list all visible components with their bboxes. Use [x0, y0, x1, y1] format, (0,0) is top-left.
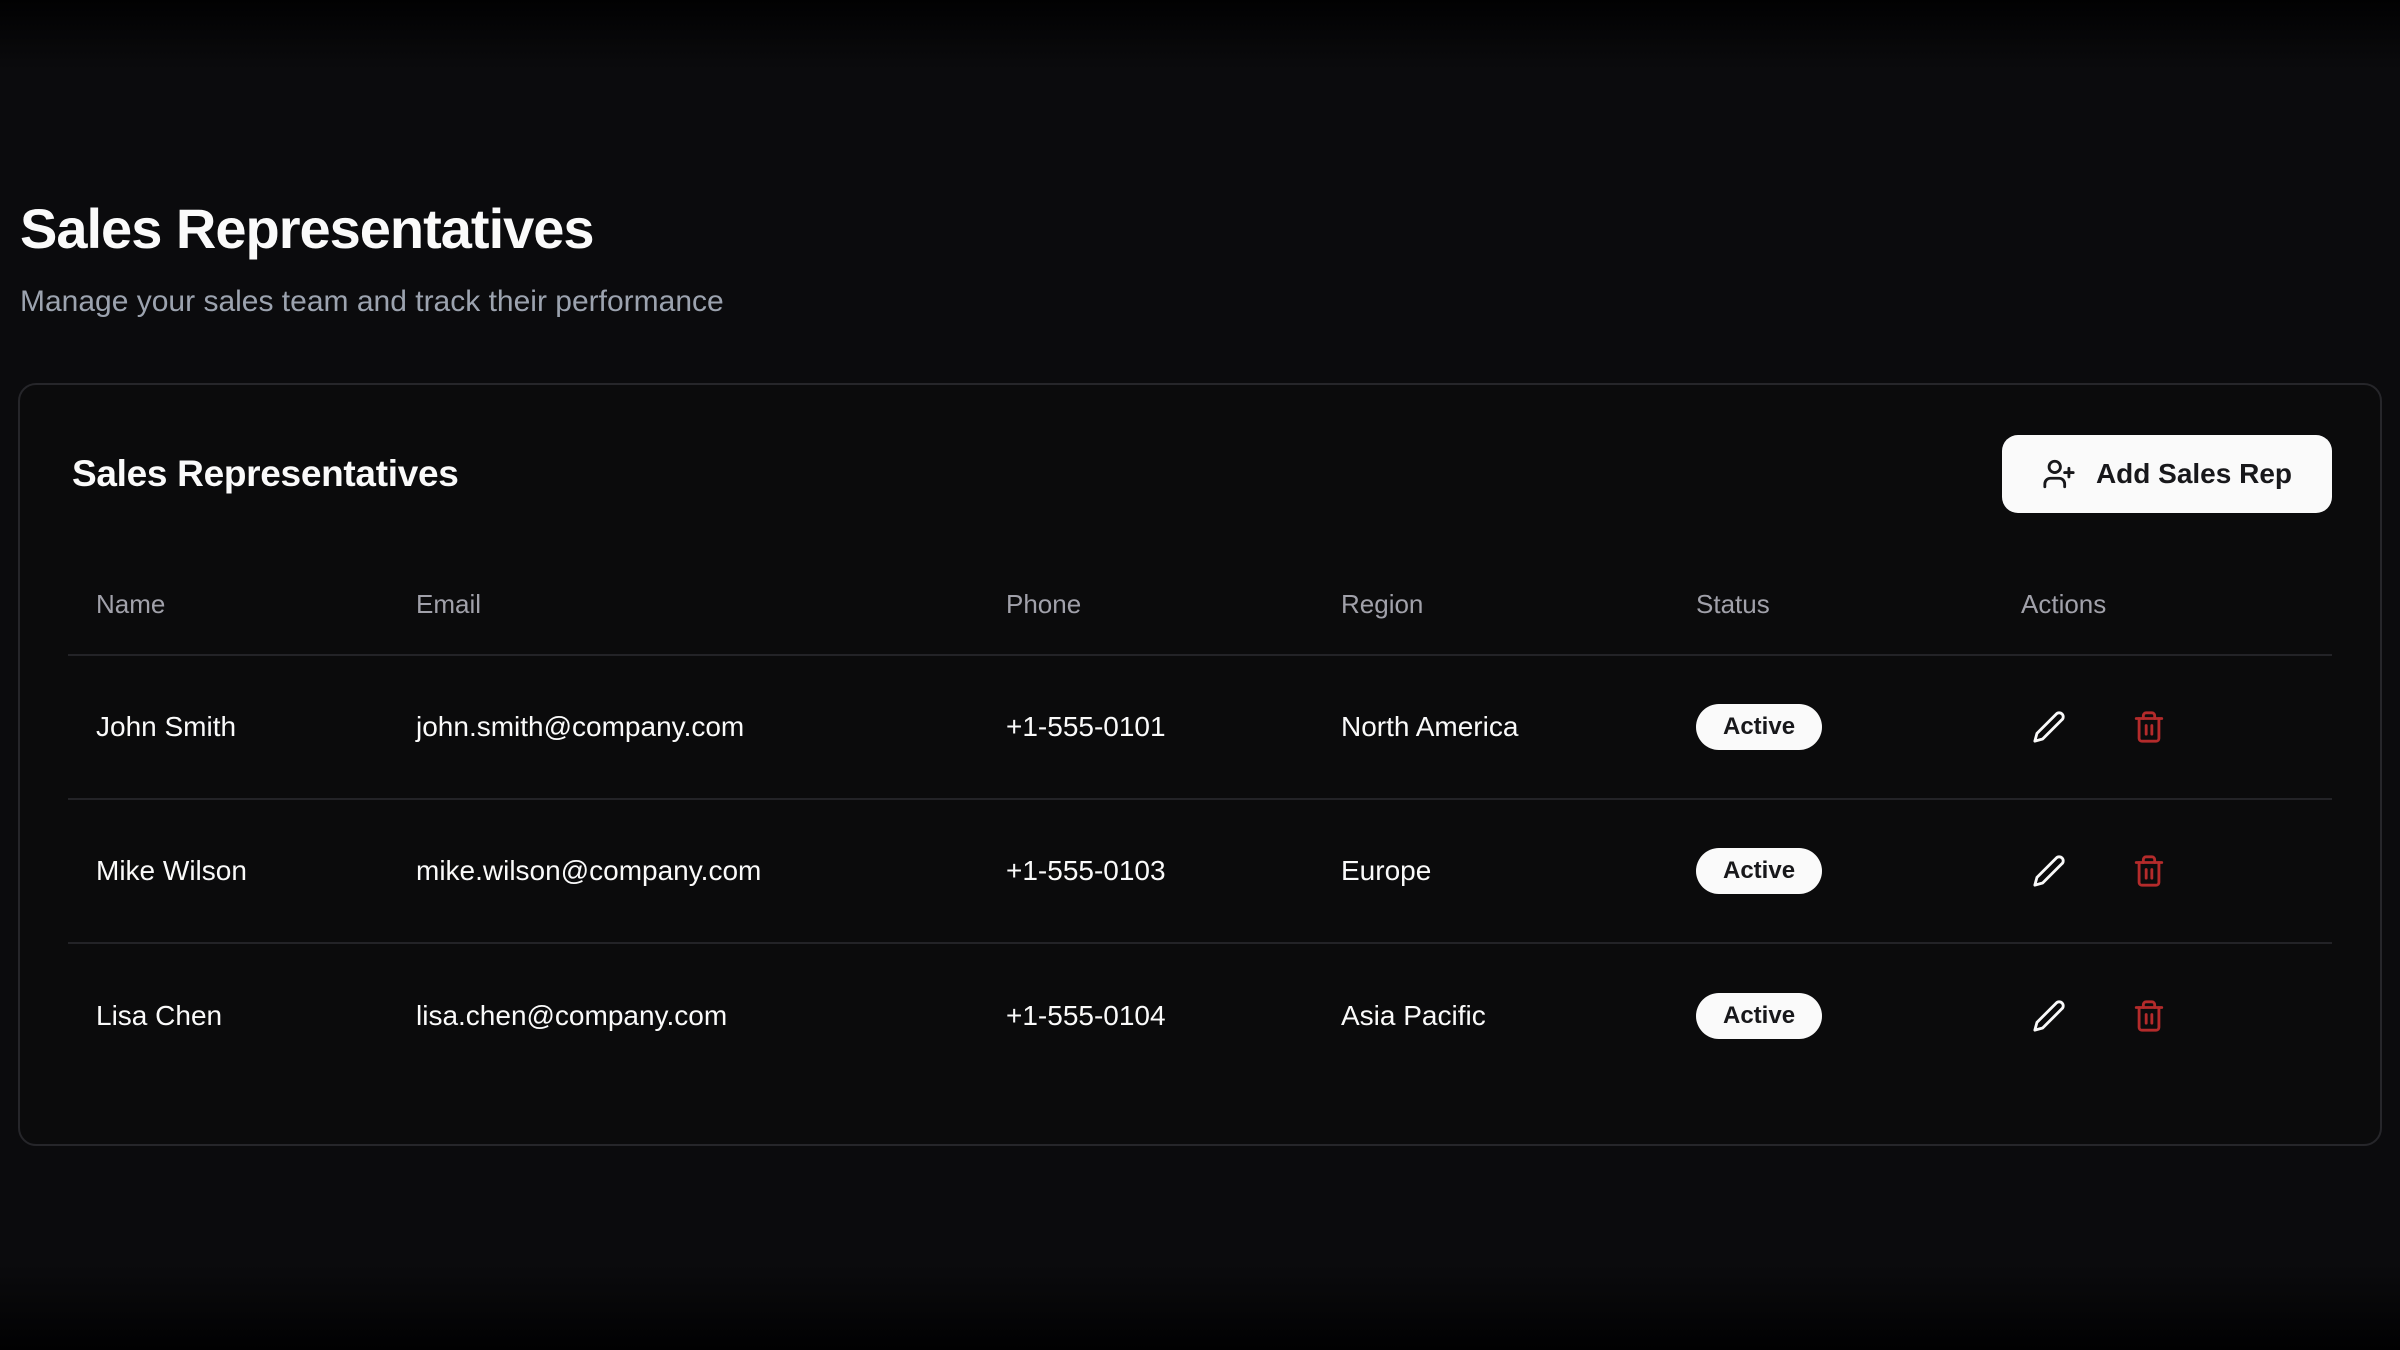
column-header-actions: Actions: [1993, 543, 2332, 654]
rep-phone: +1-555-0103: [978, 855, 1313, 887]
column-header-region: Region: [1313, 543, 1668, 654]
rep-actions-cell: [1993, 843, 2332, 899]
edit-button[interactable]: [2021, 843, 2077, 899]
table-row: John Smith john.smith@company.com +1-555…: [68, 656, 2332, 800]
trash-icon: [2132, 854, 2166, 888]
delete-button[interactable]: [2121, 699, 2177, 755]
edit-button[interactable]: [2021, 699, 2077, 755]
add-sales-rep-label: Add Sales Rep: [2096, 458, 2292, 490]
status-badge: Active: [1696, 704, 1822, 750]
rep-email: mike.wilson@company.com: [388, 855, 978, 887]
trash-icon: [2132, 999, 2166, 1033]
rep-region: Europe: [1313, 855, 1668, 887]
pencil-icon: [2032, 999, 2066, 1033]
column-header-name: Name: [68, 543, 388, 654]
rep-name: Mike Wilson: [68, 855, 388, 887]
status-badge: Active: [1696, 993, 1822, 1039]
page-title: Sales Representatives: [20, 196, 2382, 261]
user-plus-icon: [2042, 457, 2076, 491]
rep-region: North America: [1313, 711, 1668, 743]
rep-email: lisa.chen@company.com: [388, 1000, 978, 1032]
rep-actions-cell: [1993, 699, 2332, 755]
card-title: Sales Representatives: [72, 453, 459, 495]
status-badge: Active: [1696, 848, 1822, 894]
column-header-phone: Phone: [978, 543, 1313, 654]
delete-button[interactable]: [2121, 843, 2177, 899]
sales-reps-table: Name Email Phone Region Status Actions J…: [20, 543, 2380, 1144]
sales-reps-card: Sales Representatives Add Sales Rep Name…: [18, 383, 2382, 1146]
rep-phone: +1-555-0101: [978, 711, 1313, 743]
card-header: Sales Representatives Add Sales Rep: [20, 385, 2380, 543]
pencil-icon: [2032, 710, 2066, 744]
rep-region: Asia Pacific: [1313, 1000, 1668, 1032]
delete-button[interactable]: [2121, 988, 2177, 1044]
table-row: Lisa Chen lisa.chen@company.com +1-555-0…: [68, 944, 2332, 1088]
rep-status-cell: Active: [1668, 704, 1993, 750]
rep-name: Lisa Chen: [68, 1000, 388, 1032]
edit-button[interactable]: [2021, 988, 2077, 1044]
rep-status-cell: Active: [1668, 848, 1993, 894]
rep-status-cell: Active: [1668, 993, 1993, 1039]
rep-email: john.smith@company.com: [388, 711, 978, 743]
page-subtitle: Manage your sales team and track their p…: [20, 285, 2382, 319]
rep-phone: +1-555-0104: [978, 1000, 1313, 1032]
page-header: Sales Representatives Manage your sales …: [18, 0, 2382, 319]
rep-actions-cell: [1993, 988, 2332, 1044]
column-header-email: Email: [388, 543, 978, 654]
table-header-row: Name Email Phone Region Status Actions: [68, 543, 2332, 656]
table-row: Mike Wilson mike.wilson@company.com +1-5…: [68, 800, 2332, 944]
column-header-status: Status: [1668, 543, 1993, 654]
pencil-icon: [2032, 854, 2066, 888]
page: Sales Representatives Manage your sales …: [0, 0, 2400, 1350]
trash-icon: [2132, 710, 2166, 744]
add-sales-rep-button[interactable]: Add Sales Rep: [2002, 435, 2332, 513]
rep-name: John Smith: [68, 711, 388, 743]
